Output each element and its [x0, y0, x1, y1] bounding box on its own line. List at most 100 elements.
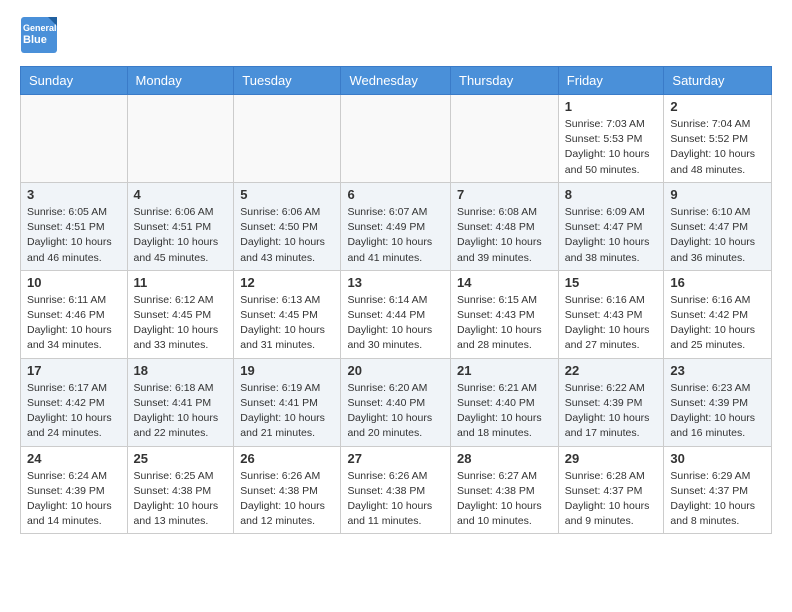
day-cell: 20 Sunrise: 6:20 AM Sunset: 4:40 PM Dayli…: [341, 358, 451, 446]
day-cell: 9 Sunrise: 6:10 AM Sunset: 4:47 PM Daylig…: [664, 182, 772, 270]
day-cell: 1 Sunrise: 7:03 AM Sunset: 5:53 PM Daylig…: [558, 95, 664, 183]
weekday-header-thursday: Thursday: [451, 67, 559, 95]
day-number: 18: [134, 363, 228, 378]
day-cell: 6Sunrise: 6:07 AM Sunset: 4:49 PM Daylig…: [341, 182, 451, 270]
day-number: 13: [347, 275, 444, 290]
day-number: 28: [457, 451, 552, 466]
day-number: 20: [347, 363, 444, 378]
day-cell: [234, 95, 341, 183]
day-cell: 16Sunrise: 6:16 AM Sunset: 4:42 PM Dayli…: [664, 270, 772, 358]
day-number: 26: [240, 451, 334, 466]
day-cell: [451, 95, 559, 183]
day-cell: 7 Sunrise: 6:08 AM Sunset: 4:48 PM Daylig…: [451, 182, 559, 270]
week-row-4: 17 Sunrise: 6:17 AM Sunset: 4:42 PM Dayli…: [21, 358, 772, 446]
day-cell: 22Sunrise: 6:22 AM Sunset: 4:39 PM Dayli…: [558, 358, 664, 446]
day-info: Sunrise: 6:16 AM Sunset: 4:43 PM Dayligh…: [565, 293, 658, 354]
day-info: Sunrise: 6:09 AM Sunset: 4:47 PM Dayligh…: [565, 205, 658, 266]
logo-graphic: General Blue: [20, 16, 58, 54]
week-row-5: 24 Sunrise: 6:24 AM Sunset: 4:39 PM Dayli…: [21, 446, 772, 534]
day-number: 10: [27, 275, 121, 290]
day-info: Sunrise: 6:28 AM Sunset: 4:37 PM Dayligh…: [565, 469, 658, 530]
day-cell: 14Sunrise: 6:15 AM Sunset: 4:43 PM Dayli…: [451, 270, 559, 358]
day-number: 8: [565, 187, 658, 202]
day-cell: 2Sunrise: 7:04 AM Sunset: 5:52 PM Daylig…: [664, 95, 772, 183]
day-cell: 15 Sunrise: 6:16 AM Sunset: 4:43 PM Dayli…: [558, 270, 664, 358]
weekday-header-monday: Monday: [127, 67, 234, 95]
day-number: 25: [134, 451, 228, 466]
day-cell: 11 Sunrise: 6:12 AM Sunset: 4:45 PM Dayli…: [127, 270, 234, 358]
day-cell: 27 Sunrise: 6:26 AM Sunset: 4:38 PM Dayli…: [341, 446, 451, 534]
svg-text:General: General: [23, 23, 57, 33]
day-number: 7: [457, 187, 552, 202]
day-info: Sunrise: 6:24 AM Sunset: 4:39 PM Dayligh…: [27, 469, 121, 530]
day-cell: 5 Sunrise: 6:06 AM Sunset: 4:50 PM Daylig…: [234, 182, 341, 270]
day-number: 3: [27, 187, 121, 202]
day-cell: 29 Sunrise: 6:28 AM Sunset: 4:37 PM Dayli…: [558, 446, 664, 534]
day-info: Sunrise: 6:25 AM Sunset: 4:38 PM Dayligh…: [134, 469, 228, 530]
svg-text:Blue: Blue: [23, 34, 47, 46]
day-info: Sunrise: 6:26 AM Sunset: 4:38 PM Dayligh…: [347, 469, 444, 530]
day-info: Sunrise: 6:13 AM Sunset: 4:45 PM Dayligh…: [240, 293, 334, 354]
week-row-2: 3 Sunrise: 6:05 AM Sunset: 4:51 PM Daylig…: [21, 182, 772, 270]
weekday-header-tuesday: Tuesday: [234, 67, 341, 95]
weekday-header-wednesday: Wednesday: [341, 67, 451, 95]
day-cell: 23 Sunrise: 6:23 AM Sunset: 4:39 PM Dayli…: [664, 358, 772, 446]
day-cell: 3 Sunrise: 6:05 AM Sunset: 4:51 PM Daylig…: [21, 182, 128, 270]
day-info: Sunrise: 6:20 AM Sunset: 4:40 PM Dayligh…: [347, 381, 444, 442]
week-row-3: 10Sunrise: 6:11 AM Sunset: 4:46 PM Dayli…: [21, 270, 772, 358]
day-info: Sunrise: 7:03 AM Sunset: 5:53 PM Dayligh…: [565, 117, 658, 178]
day-cell: 18 Sunrise: 6:18 AM Sunset: 4:41 PM Dayli…: [127, 358, 234, 446]
day-number: 19: [240, 363, 334, 378]
day-number: 12: [240, 275, 334, 290]
week-row-1: 1 Sunrise: 7:03 AM Sunset: 5:53 PM Daylig…: [21, 95, 772, 183]
day-info: Sunrise: 6:07 AM Sunset: 4:49 PM Dayligh…: [347, 205, 444, 266]
day-cell: 19 Sunrise: 6:19 AM Sunset: 4:41 PM Dayli…: [234, 358, 341, 446]
weekday-header-sunday: Sunday: [21, 67, 128, 95]
day-cell: [127, 95, 234, 183]
day-info: Sunrise: 6:26 AM Sunset: 4:38 PM Dayligh…: [240, 469, 334, 530]
day-cell: 17 Sunrise: 6:17 AM Sunset: 4:42 PM Dayli…: [21, 358, 128, 446]
day-info: Sunrise: 6:29 AM Sunset: 4:37 PM Dayligh…: [670, 469, 765, 530]
day-cell: 21Sunrise: 6:21 AM Sunset: 4:40 PM Dayli…: [451, 358, 559, 446]
day-info: Sunrise: 6:05 AM Sunset: 4:51 PM Dayligh…: [27, 205, 121, 266]
day-cell: 25 Sunrise: 6:25 AM Sunset: 4:38 PM Dayli…: [127, 446, 234, 534]
day-number: 1: [565, 99, 658, 114]
day-number: 17: [27, 363, 121, 378]
day-cell: 10Sunrise: 6:11 AM Sunset: 4:46 PM Dayli…: [21, 270, 128, 358]
day-info: Sunrise: 6:10 AM Sunset: 4:47 PM Dayligh…: [670, 205, 765, 266]
day-info: Sunrise: 6:19 AM Sunset: 4:41 PM Dayligh…: [240, 381, 334, 442]
day-info: Sunrise: 6:21 AM Sunset: 4:40 PM Dayligh…: [457, 381, 552, 442]
day-info: Sunrise: 6:18 AM Sunset: 4:41 PM Dayligh…: [134, 381, 228, 442]
day-number: 16: [670, 275, 765, 290]
day-number: 24: [27, 451, 121, 466]
day-number: 29: [565, 451, 658, 466]
day-info: Sunrise: 6:12 AM Sunset: 4:45 PM Dayligh…: [134, 293, 228, 354]
page-container: General Blue SundayMondayTuesdayWednesda…: [0, 0, 792, 550]
day-cell: 13 Sunrise: 6:14 AM Sunset: 4:44 PM Dayli…: [341, 270, 451, 358]
day-info: Sunrise: 6:23 AM Sunset: 4:39 PM Dayligh…: [670, 381, 765, 442]
day-cell: [21, 95, 128, 183]
header: General Blue: [20, 16, 772, 54]
day-info: Sunrise: 6:14 AM Sunset: 4:44 PM Dayligh…: [347, 293, 444, 354]
day-cell: 28 Sunrise: 6:27 AM Sunset: 4:38 PM Dayli…: [451, 446, 559, 534]
day-info: Sunrise: 6:08 AM Sunset: 4:48 PM Dayligh…: [457, 205, 552, 266]
day-info: Sunrise: 6:06 AM Sunset: 4:50 PM Dayligh…: [240, 205, 334, 266]
day-number: 15: [565, 275, 658, 290]
day-number: 27: [347, 451, 444, 466]
day-cell: 12 Sunrise: 6:13 AM Sunset: 4:45 PM Dayli…: [234, 270, 341, 358]
day-cell: 24 Sunrise: 6:24 AM Sunset: 4:39 PM Dayli…: [21, 446, 128, 534]
day-cell: 26 Sunrise: 6:26 AM Sunset: 4:38 PM Dayli…: [234, 446, 341, 534]
day-info: Sunrise: 6:27 AM Sunset: 4:38 PM Dayligh…: [457, 469, 552, 530]
day-number: 11: [134, 275, 228, 290]
day-number: 2: [670, 99, 765, 114]
logo: General Blue: [20, 16, 58, 54]
day-number: 23: [670, 363, 765, 378]
day-number: 9: [670, 187, 765, 202]
day-number: 5: [240, 187, 334, 202]
calendar-table: SundayMondayTuesdayWednesdayThursdayFrid…: [20, 66, 772, 534]
day-number: 4: [134, 187, 228, 202]
day-cell: [341, 95, 451, 183]
day-info: Sunrise: 6:17 AM Sunset: 4:42 PM Dayligh…: [27, 381, 121, 442]
day-cell: 8 Sunrise: 6:09 AM Sunset: 4:47 PM Daylig…: [558, 182, 664, 270]
day-number: 22: [565, 363, 658, 378]
